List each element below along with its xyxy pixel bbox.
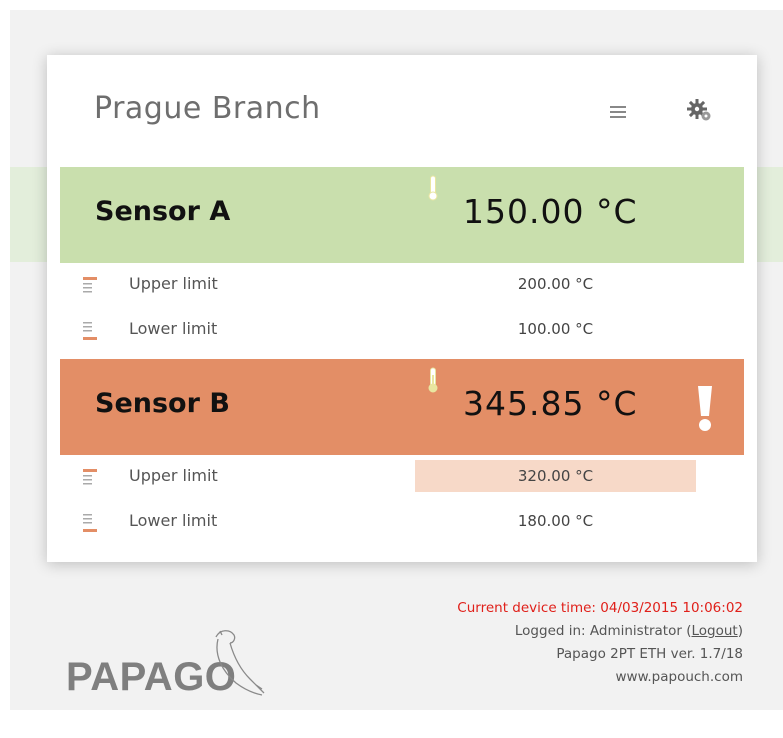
lower-limit-value[interactable]: 100.00 °C <box>415 313 696 345</box>
sensor-card: Prague Branch Sensor A 150.00 °C Upper l… <box>47 55 757 562</box>
logged-in-text: Logged in: Administrator ( <box>514 623 692 639</box>
upper-limit-icon <box>83 277 97 293</box>
upper-limit-value[interactable]: 320.00 °C <box>415 460 696 492</box>
logout-link[interactable]: Logout <box>691 623 737 639</box>
limit-label: Upper limit <box>129 466 218 485</box>
sensor-name: Sensor B <box>95 388 230 419</box>
page-title: Prague Branch <box>94 91 321 126</box>
thermometer-icon <box>428 175 438 201</box>
sensor-name: Sensor A <box>95 196 231 227</box>
exclamation-icon <box>698 386 712 431</box>
version-info: Papago 2PT ETH ver. 1.7/18 <box>556 646 743 662</box>
logged-in-suffix: ) <box>737 623 743 639</box>
login-info: Logged in: Administrator (Logout) <box>457 620 743 643</box>
footer-info: Current device time: 04/03/2015 10:06:02… <box>457 597 743 689</box>
lower-limit-icon <box>83 514 97 532</box>
upper-limit-row: Upper limit 200.00 °C <box>47 263 757 303</box>
website-link[interactable]: www.papouch.com <box>457 666 743 689</box>
limit-label: Lower limit <box>129 511 218 530</box>
limit-label: Lower limit <box>129 319 218 338</box>
upper-limit-row: Upper limit 320.00 °C <box>47 455 757 495</box>
device-time: Current device time: 04/03/2015 10:06:02 <box>457 600 743 616</box>
lower-limit-value[interactable]: 180.00 °C <box>415 505 696 537</box>
lower-limit-icon <box>83 322 97 340</box>
upper-limit-value[interactable]: 200.00 °C <box>415 268 696 300</box>
menu-icon[interactable] <box>610 105 626 119</box>
upper-limit-icon <box>83 469 97 485</box>
temperature-value: 150.00 °C <box>463 192 638 231</box>
parrot-icon <box>215 630 265 696</box>
sensor-b-row: Sensor B 345.85 °C <box>60 359 744 455</box>
lower-limit-row: Lower limit 100.00 °C <box>47 308 757 348</box>
gear-icon[interactable] <box>684 96 714 124</box>
lower-limit-row: Lower limit 180.00 °C <box>47 500 757 540</box>
temperature-value: 345.85 °C <box>463 384 638 423</box>
sensor-a-row: Sensor A 150.00 °C <box>60 167 744 263</box>
limit-label: Upper limit <box>129 274 218 293</box>
thermometer-icon <box>428 367 438 393</box>
